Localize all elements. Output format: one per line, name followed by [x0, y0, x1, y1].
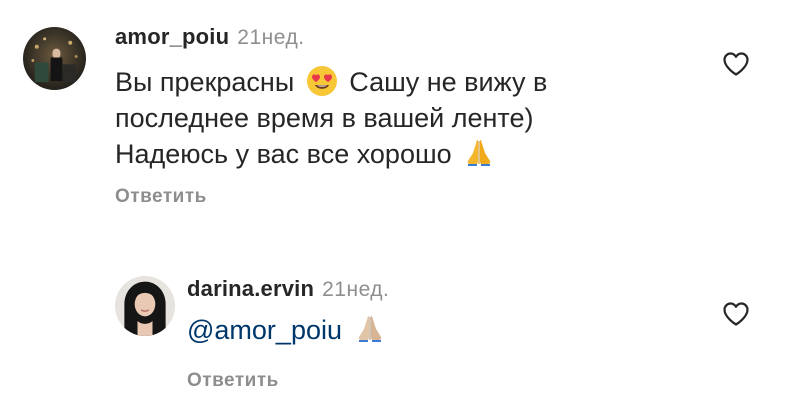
- avatar[interactable]: [23, 27, 86, 90]
- reply-button[interactable]: Ответить: [187, 370, 279, 392]
- timestamp: 21нед.: [322, 278, 390, 301]
- comment-item: darina.ervin 21нед. @amor_poiu Ответить: [0, 255, 800, 406]
- comment-text-part: Вы прекрасны: [115, 67, 295, 97]
- username[interactable]: amor_poiu: [115, 24, 229, 50]
- folded-hands-light-emoji: [354, 313, 386, 345]
- comment-line: Надеюсь у вас все хорошо: [115, 136, 547, 172]
- comment-line: последнее время в вашей ленте): [115, 103, 534, 133]
- timestamp: 21нед.: [237, 26, 305, 49]
- reply-button[interactable]: Ответить: [115, 186, 207, 208]
- comment-item: amor_poiu 21нед. Вы прекрасны Сашу не ви…: [0, 0, 800, 230]
- mention-link[interactable]: @amor_poiu: [187, 315, 342, 345]
- avatar-image: [23, 27, 86, 90]
- avatar[interactable]: [115, 276, 175, 336]
- comment-line: Вы прекрасны Сашу не вижу в: [115, 64, 547, 100]
- folded-hands-emoji: [463, 137, 495, 169]
- comment-text-part: Надеюсь у вас все хорошо: [115, 139, 452, 169]
- comment-header: amor_poiu 21нед.: [115, 24, 305, 50]
- heart-icon[interactable]: [722, 301, 750, 327]
- comment-text-part: Сашу не вижу в: [349, 67, 548, 97]
- comment-text: @amor_poiu: [187, 312, 390, 348]
- comment-header: darina.ervin 21нед.: [187, 276, 389, 302]
- username[interactable]: darina.ervin: [187, 276, 314, 302]
- heart-eyes-emoji: [306, 65, 338, 97]
- avatar-image: [115, 276, 175, 336]
- comment-text: Вы прекрасны Сашу не вижу в последнее вр…: [115, 64, 547, 172]
- heart-icon[interactable]: [722, 51, 750, 77]
